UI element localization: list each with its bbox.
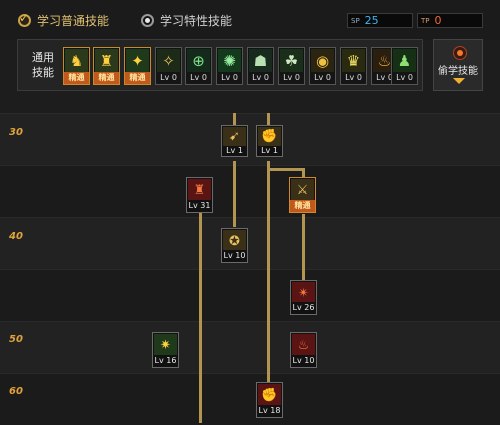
- tp-value: 0: [434, 14, 442, 27]
- radiant-crosshair-icon: ✺: [218, 49, 241, 72]
- sp-icon: SP: [351, 16, 360, 25]
- check-radio-icon: [18, 11, 31, 27]
- skill-node[interactable]: ⚔ 精通: [289, 177, 316, 213]
- tree-connector: [267, 113, 270, 125]
- skill-node[interactable]: ♜ Lv 31: [186, 177, 213, 213]
- general-skill-1[interactable]: ♞ 精通: [63, 47, 90, 85]
- tab-special-label: 学习特性技能: [160, 13, 233, 28]
- fist-icon: ✊: [258, 127, 281, 146]
- crosshair-icon: ⊕: [187, 49, 210, 72]
- level-row: 30: [0, 113, 500, 165]
- target-eye-icon: ◉: [311, 49, 334, 72]
- tp-icon: TP: [421, 16, 430, 25]
- top-bar: 学习普通技能 学习特性技能 SP 25 TP 0: [0, 0, 500, 40]
- level-row: 50: [0, 321, 500, 373]
- tp-counter: TP 0: [417, 13, 483, 28]
- general-skill-2[interactable]: ♜ 精通: [93, 47, 120, 85]
- steal-skills-button[interactable]: 偷学技能: [433, 39, 483, 91]
- general-skill-6[interactable]: ✺ Lv 0: [216, 47, 243, 85]
- triangle-down-icon: [453, 78, 465, 84]
- general-skill-10[interactable]: ♛ Lv 0: [340, 47, 367, 85]
- level-row: 40: [0, 217, 500, 269]
- level-row: 60: [0, 373, 500, 425]
- general-skill-7[interactable]: ☗ Lv 0: [247, 47, 274, 85]
- level-label: 50: [9, 334, 23, 345]
- tab-special-skills[interactable]: 学习特性技能: [141, 11, 232, 29]
- tree-connector: [233, 113, 236, 125]
- general-skill-3[interactable]: ✦ 精通: [124, 47, 151, 85]
- level-row: [0, 269, 500, 321]
- tree-connector: [199, 213, 202, 423]
- orb-icon: [453, 46, 467, 60]
- skill-node[interactable]: ✷ Lv 16: [152, 332, 179, 368]
- level-label: 30: [9, 127, 23, 138]
- red-fire-icon: ♨: [292, 334, 315, 357]
- general-skill-12[interactable]: ♟ Lv 0: [391, 47, 418, 85]
- skill-node[interactable]: ✊ Lv 1: [256, 125, 283, 157]
- leaping-figure-icon: ♜: [95, 49, 118, 72]
- skill-tree: 30 40 50 60 ➹ Lv 1 ✊ Lv 1 ♜ Lv 31 ⚔ 精通 ✪…: [0, 113, 500, 425]
- general-skill-9[interactable]: ◉ Lv 0: [309, 47, 336, 85]
- general-skills-title: 通用 技能: [32, 51, 54, 79]
- sitting-figure-icon: ♞: [65, 49, 88, 72]
- tree-connector: [267, 161, 270, 383]
- general-skill-8[interactable]: ☘ Lv 0: [278, 47, 305, 85]
- level-label: 60: [9, 386, 23, 397]
- skill-node[interactable]: ✴ Lv 26: [290, 280, 317, 315]
- radio-icon: [141, 13, 154, 27]
- tree-connector: [267, 168, 305, 171]
- steal-skills-label: 偷学技能: [438, 66, 478, 77]
- whirl-strike-icon: ✪: [223, 230, 246, 252]
- crossed-blades-icon: ⚔: [291, 179, 314, 202]
- red-claw-icon: ✴: [292, 282, 315, 304]
- green-figure-icon: ♟: [393, 49, 416, 72]
- rising-figure-icon: ☘: [280, 49, 303, 72]
- slash-icon: ➹: [223, 127, 246, 146]
- power-figure-icon: ♛: [342, 49, 365, 72]
- sp-counter: SP 25: [347, 13, 413, 28]
- tree-connector: [302, 214, 305, 280]
- kick-figure-icon: ✦: [126, 49, 149, 72]
- wing-emblem-icon: ✧: [157, 49, 180, 72]
- skill-node[interactable]: ♨ Lv 10: [290, 332, 317, 368]
- general-skills-panel: 通用 技能 ♞ 精通 ♜ 精通 ✦ 精通 ✧ Lv 0 ⊕ Lv 0 ✺ Lv …: [17, 39, 423, 91]
- general-skill-5[interactable]: ⊕ Lv 0: [185, 47, 212, 85]
- red-fist-icon: ✊: [258, 384, 281, 407]
- general-skill-4[interactable]: ✧ Lv 0: [155, 47, 182, 85]
- level-row: [0, 165, 500, 217]
- tab-normal-label: 学习普通技能: [37, 13, 110, 28]
- green-burst-icon: ✷: [154, 334, 177, 357]
- skill-node[interactable]: ➹ Lv 1: [221, 125, 248, 157]
- level-label: 40: [9, 231, 23, 242]
- tree-connector: [233, 161, 236, 227]
- red-pillar-icon: ♜: [188, 179, 211, 202]
- sp-value: 25: [364, 14, 379, 27]
- skill-node[interactable]: ✊ Lv 18: [256, 382, 283, 418]
- tab-normal-skills[interactable]: 学习普通技能: [18, 11, 109, 29]
- sprint-figure-icon: ☗: [249, 49, 272, 72]
- skill-node[interactable]: ✪ Lv 10: [221, 228, 248, 263]
